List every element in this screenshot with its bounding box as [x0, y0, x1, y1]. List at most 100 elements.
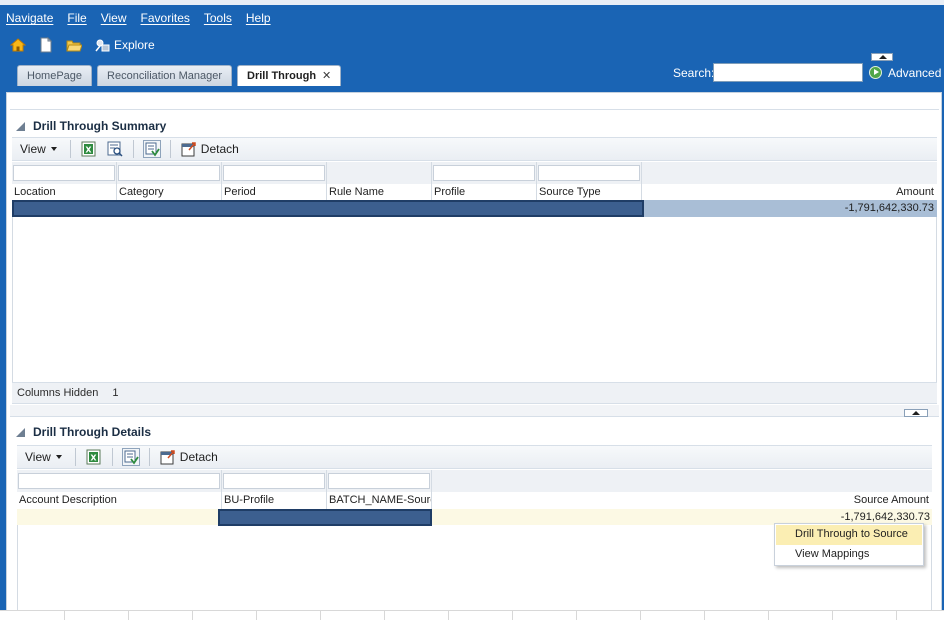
- home-icon[interactable]: [9, 37, 27, 53]
- toolbar-separator: [111, 448, 113, 466]
- summary-detach-button[interactable]: Detach: [176, 140, 239, 158]
- summary-toolbar: View X Detach: [12, 137, 937, 161]
- background-grid-tick: [256, 610, 257, 620]
- panel-splitter[interactable]: [10, 405, 939, 417]
- details-detach-button[interactable]: Detach: [155, 448, 218, 466]
- advanced-search-link[interactable]: Advanced: [888, 66, 941, 80]
- filter-period[interactable]: [223, 165, 325, 181]
- open-folder-icon[interactable]: [66, 37, 83, 53]
- column-header-batch-name-source[interactable]: BATCH_NAME-Source: [329, 494, 431, 506]
- search-label: Search:: [673, 66, 715, 80]
- menu-bar: Navigate File View Favorites Tools Help: [6, 11, 285, 27]
- summary-panel-header[interactable]: Drill Through Summary: [16, 116, 166, 136]
- tab-homepage[interactable]: HomePage: [17, 65, 93, 86]
- details-view-menu[interactable]: View: [17, 450, 70, 464]
- summary-column-headers: Location Category Period Rule Name Profi…: [12, 184, 937, 200]
- explore-label[interactable]: Explore: [114, 38, 155, 52]
- detach-icon: [159, 448, 177, 466]
- menu-item-drill-through-to-source[interactable]: Drill Through to Source: [776, 525, 922, 545]
- menu-help[interactable]: Help: [246, 11, 271, 27]
- background-grid-tick: [640, 610, 641, 620]
- tab-drill-through[interactable]: Drill Through ✕: [237, 65, 342, 87]
- menu-view[interactable]: View: [101, 11, 127, 27]
- details-column-headers: Account Description BU-Profile BATCH_NAM…: [17, 492, 932, 508]
- column-header-category[interactable]: Category: [119, 186, 164, 198]
- export-excel-icon[interactable]: X: [80, 140, 98, 158]
- details-row-amount: -1,791,642,330.73: [840, 511, 930, 523]
- export-excel-icon[interactable]: X: [85, 448, 103, 466]
- details-panel-header[interactable]: Drill Through Details: [16, 422, 151, 442]
- summary-status-bar: Columns Hidden 1: [12, 382, 937, 404]
- menu-tools[interactable]: Tools: [204, 11, 232, 27]
- background-grid-tick: [320, 610, 321, 620]
- column-header-profile[interactable]: Profile: [434, 186, 465, 198]
- wrap-grid-icon[interactable]: [142, 140, 161, 158]
- column-divider: [326, 470, 327, 509]
- column-divider: [641, 162, 642, 200]
- wrap-grid-icon[interactable]: [121, 448, 140, 466]
- close-tab-icon[interactable]: ✕: [322, 70, 331, 82]
- filter-location[interactable]: [13, 165, 115, 181]
- column-divider: [536, 162, 537, 200]
- menu-navigate[interactable]: Navigate: [6, 11, 53, 27]
- tab-reconciliation-manager[interactable]: Reconciliation Manager: [97, 65, 232, 86]
- column-header-account-description[interactable]: Account Description: [19, 494, 117, 506]
- summary-row-amount: -1,791,642,330.73: [844, 202, 934, 214]
- background-grid-tick: [128, 610, 129, 620]
- summary-table-row[interactable]: -1,791,642,330.73: [12, 200, 937, 217]
- column-divider: [431, 470, 432, 509]
- columns-hidden-label: Columns Hidden: [17, 387, 99, 399]
- collapse-triangle-icon[interactable]: [16, 121, 25, 131]
- advanced-search-icon[interactable]: [869, 66, 882, 79]
- menu-favorites[interactable]: Favorites: [141, 11, 190, 27]
- column-header-rule-name[interactable]: Rule Name: [329, 186, 384, 198]
- redacted-cells: [12, 200, 644, 217]
- summary-view-menu[interactable]: View: [12, 142, 65, 156]
- column-divider: [221, 470, 222, 509]
- filter-account-description[interactable]: [18, 473, 220, 489]
- splitter-collapse-button[interactable]: [904, 409, 928, 417]
- explore-icon[interactable]: [94, 37, 110, 53]
- collapse-header-button[interactable]: [871, 53, 893, 61]
- query-by-example-icon[interactable]: [106, 140, 124, 158]
- background-grid-tick: [192, 610, 193, 620]
- chevron-down-icon: [50, 147, 57, 151]
- columns-hidden-count: 1: [112, 387, 119, 399]
- details-panel-title: Drill Through Details: [33, 425, 152, 439]
- summary-panel-title: Drill Through Summary: [33, 119, 167, 133]
- background-grid-strip: [0, 610, 944, 620]
- background-grid-tick: [512, 610, 513, 620]
- main-toolbar: Explore: [9, 36, 155, 54]
- svg-text:X: X: [90, 454, 97, 463]
- background-grid-tick: [704, 610, 705, 620]
- filter-bu-profile[interactable]: [223, 473, 325, 489]
- row-context-menu: Drill Through to Source View Mappings: [774, 523, 924, 566]
- window-top-strip: [0, 0, 944, 5]
- filter-profile[interactable]: [433, 165, 535, 181]
- background-grid-tick: [64, 610, 65, 620]
- collapse-triangle-icon[interactable]: [16, 427, 25, 437]
- column-header-location[interactable]: Location: [14, 186, 56, 198]
- details-filter-row: [17, 470, 932, 492]
- filter-source-type[interactable]: [538, 165, 640, 181]
- new-document-icon[interactable]: [38, 36, 54, 53]
- menu-file[interactable]: File: [67, 11, 86, 27]
- column-header-source-amount[interactable]: Source Amount: [854, 494, 929, 506]
- summary-grid-body: [12, 217, 937, 382]
- redacted-cells: [218, 509, 432, 526]
- column-header-bu-profile[interactable]: BU-Profile: [224, 494, 274, 506]
- column-divider: [326, 162, 327, 200]
- column-header-source-type[interactable]: Source Type: [539, 186, 601, 198]
- column-header-amount[interactable]: Amount: [896, 186, 934, 198]
- detach-icon: [180, 140, 198, 158]
- column-header-period[interactable]: Period: [224, 186, 256, 198]
- filter-batch-name-source[interactable]: [328, 473, 430, 489]
- search-input[interactable]: [713, 63, 863, 82]
- background-grid-tick: [384, 610, 385, 620]
- svg-text:X: X: [85, 146, 92, 155]
- background-grid-tick: [768, 610, 769, 620]
- filter-category[interactable]: [118, 165, 220, 181]
- menu-item-view-mappings[interactable]: View Mappings: [776, 545, 922, 565]
- toolbar-separator: [69, 140, 71, 158]
- column-divider: [431, 162, 432, 200]
